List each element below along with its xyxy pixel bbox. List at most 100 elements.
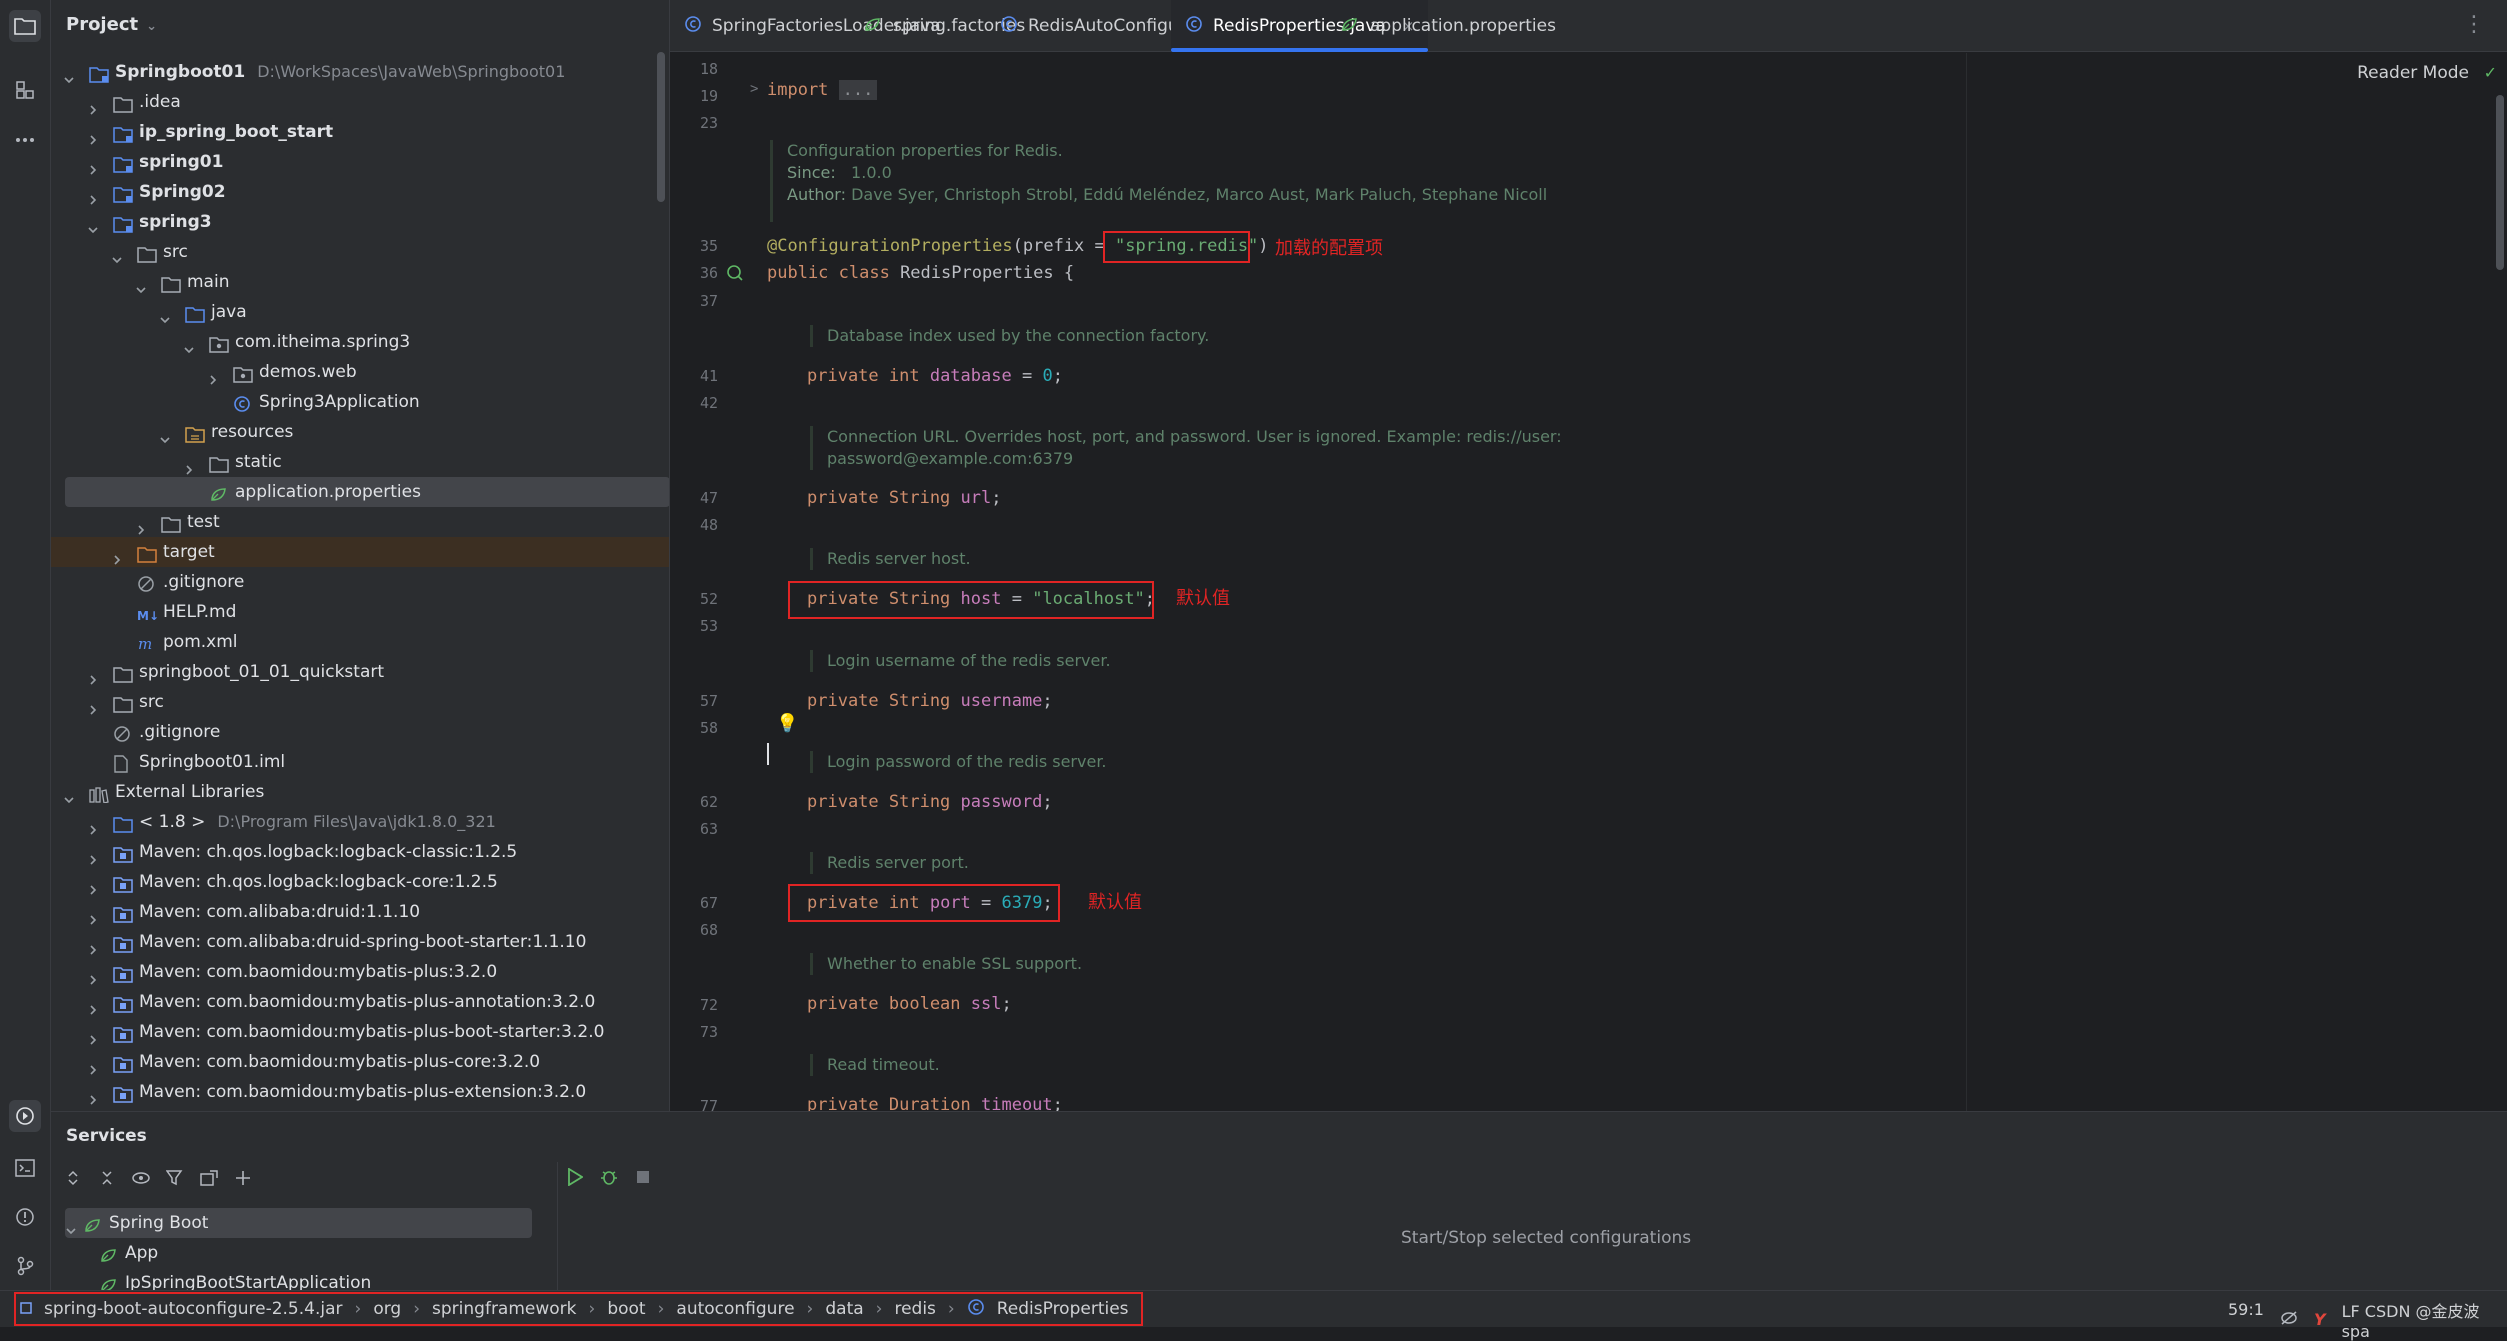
tree-node[interactable]: .gitignore [51, 717, 669, 747]
chevron-right-icon[interactable] [87, 696, 99, 715]
inspection-ok-icon[interactable]: ✓ [2484, 63, 2497, 82]
tree-node[interactable]: < 1.8 > D:\Program Files\Java\jdk1.8.0_32… [51, 807, 669, 837]
chevron-right-icon[interactable] [87, 966, 99, 985]
tree-node[interactable]: Springboot01 D:\WorkSpaces\JavaWeb\Spring… [51, 57, 669, 87]
project-tool-icon[interactable] [9, 10, 41, 42]
chevron-right-icon[interactable] [87, 96, 99, 115]
breadcrumb-item[interactable]: redis [894, 1299, 935, 1319]
chevron-right-icon[interactable] [87, 1026, 99, 1045]
code-editor[interactable]: Reader Mode ✓ 18 19 23 35 36 37 41 42 47 48 52 53 57… [670, 53, 2507, 1111]
terminal-tool-icon[interactable] [9, 1152, 41, 1184]
tab-actions-menu-icon[interactable]: ⋮ [2463, 12, 2485, 37]
run-icon[interactable] [563, 1165, 587, 1189]
reader-mode-button[interactable]: Reader Mode [2357, 63, 2469, 83]
no-highlighting-icon[interactable] [2280, 1310, 2298, 1329]
tree-node[interactable]: Maven: com.baomidou:mybatis-plus-extensi… [51, 1077, 669, 1107]
problems-tool-icon[interactable] [9, 1201, 41, 1233]
tree-node[interactable]: Maven: com.baomidou:mybatis-plus-annotat… [51, 987, 669, 1017]
import-collapsed[interactable]: ... [838, 80, 878, 100]
tree-node[interactable]: Maven: ch.qos.logback:logback-classic:1.… [51, 837, 669, 867]
tree-node[interactable]: com.itheima.spring3 [51, 327, 669, 357]
breadcrumb-item[interactable]: boot [607, 1299, 645, 1319]
chevron-right-icon[interactable] [87, 156, 99, 175]
tree-node[interactable]: Springboot01.iml [51, 747, 669, 777]
tree-node[interactable]: M↓ HELP.md [51, 597, 669, 627]
tree-node[interactable]: Maven: com.alibaba:druid:1.1.10 [51, 897, 669, 927]
more-tools-icon[interactable] [9, 124, 41, 156]
structure-tool-icon[interactable] [9, 74, 41, 106]
chevron-down-icon[interactable] [63, 66, 75, 84]
tree-node[interactable]: main [51, 267, 669, 297]
tree-node[interactable]: Spring02 [51, 177, 669, 207]
service-node[interactable]: Spring Boot [65, 1208, 532, 1238]
tree-node[interactable]: target [51, 537, 669, 567]
tree-node[interactable]: application.properties [65, 477, 669, 507]
tree-node[interactable]: spring3 [51, 207, 669, 237]
tab-application-properties[interactable]: application.properties [1326, 0, 1570, 52]
breadcrumb-item[interactable]: RedisProperties [997, 1299, 1129, 1319]
debug-icon[interactable] [597, 1165, 621, 1189]
tree-node[interactable]: .idea [51, 87, 669, 117]
tree-node[interactable]: Maven: com.baomidou:mybatis-plus-boot-st… [51, 1017, 669, 1047]
breadcrumb-item[interactable]: data [825, 1299, 863, 1319]
chevron-right-icon[interactable] [135, 516, 147, 535]
chevron-down-icon[interactable] [63, 786, 75, 804]
chevron-down-icon[interactable] [183, 336, 195, 354]
tree-node[interactable]: springboot_01_01_quickstart [51, 657, 669, 687]
chevron-down-icon[interactable] [111, 246, 123, 264]
tree-node[interactable]: spring01 [51, 147, 669, 177]
chevron-right-icon[interactable] [87, 666, 99, 685]
chevron-down-icon[interactable] [159, 306, 171, 324]
chevron-right-icon[interactable] [111, 546, 123, 565]
fold-marker-icon[interactable]: > [750, 81, 758, 97]
project-scrollbar[interactable] [657, 52, 665, 202]
chevron-right-icon[interactable] [207, 366, 219, 385]
tree-node[interactable]: ip_spring_boot_start [51, 117, 669, 147]
tree-node[interactable]: .gitignore [51, 567, 669, 597]
chevron-right-icon[interactable] [87, 816, 99, 835]
tree-node[interactable]: m pom.xml [51, 627, 669, 657]
chevron-right-icon[interactable] [87, 996, 99, 1015]
chevron-right-icon[interactable] [87, 846, 99, 865]
chevron-right-icon[interactable] [87, 936, 99, 955]
chevron-right-icon[interactable] [87, 906, 99, 925]
chevron-down-icon[interactable] [87, 216, 99, 234]
tree-node[interactable]: Spring3Application [51, 387, 669, 417]
tree-node[interactable]: Maven: ch.qos.logback:logback-core:1.2.5 [51, 867, 669, 897]
breadcrumb-item[interactable]: spring-boot-autoconfigure-2.5.4.jar [44, 1299, 343, 1319]
tree-node[interactable]: src [51, 687, 669, 717]
chevron-down-icon[interactable] [135, 276, 147, 294]
tree-node[interactable]: static [51, 447, 669, 477]
chevron-right-icon[interactable] [183, 456, 195, 475]
breadcrumb-item[interactable]: org [373, 1299, 401, 1319]
caret-position[interactable]: 59:1 [2228, 1300, 2264, 1319]
filter-icon[interactable] [163, 1166, 187, 1190]
collapse-all-icon[interactable] [95, 1166, 119, 1190]
spring-bean-gutter-icon[interactable] [726, 264, 744, 286]
plugin-y-icon[interactable]: Y [2314, 1310, 2326, 1329]
tree-node[interactable]: java [51, 297, 669, 327]
stop-icon[interactable] [631, 1165, 655, 1189]
view-options-icon[interactable] [129, 1166, 153, 1190]
new-tab-icon[interactable] [197, 1166, 221, 1190]
services-tool-icon[interactable] [9, 1100, 41, 1132]
add-service-icon[interactable] [231, 1166, 255, 1190]
chevron-right-icon[interactable] [87, 126, 99, 145]
tree-node[interactable]: resources [51, 417, 669, 447]
tree-node[interactable]: Maven: com.baomidou:mybatis-plus:3.2.0 [51, 957, 669, 987]
project-panel-title[interactable]: Project ⌄ [66, 14, 157, 35]
tree-node[interactable]: External Libraries [51, 777, 669, 807]
git-tool-icon[interactable] [9, 1250, 41, 1282]
tree-node[interactable]: src [51, 237, 669, 267]
chevron-right-icon[interactable] [87, 1056, 99, 1075]
chevron-right-icon[interactable] [87, 186, 99, 205]
service-node[interactable]: App [51, 1238, 546, 1268]
expand-all-icon[interactable] [61, 1166, 85, 1190]
lightbulb-icon[interactable]: 💡 [776, 713, 798, 734]
breadcrumb-item[interactable]: springframework [432, 1299, 576, 1319]
chevron-down-icon[interactable] [159, 426, 171, 444]
editor-scrollbar[interactable] [2496, 95, 2504, 270]
chevron-right-icon[interactable] [87, 1086, 99, 1105]
breadcrumb-item[interactable]: autoconfigure [676, 1299, 794, 1319]
chevron-right-icon[interactable] [87, 876, 99, 895]
